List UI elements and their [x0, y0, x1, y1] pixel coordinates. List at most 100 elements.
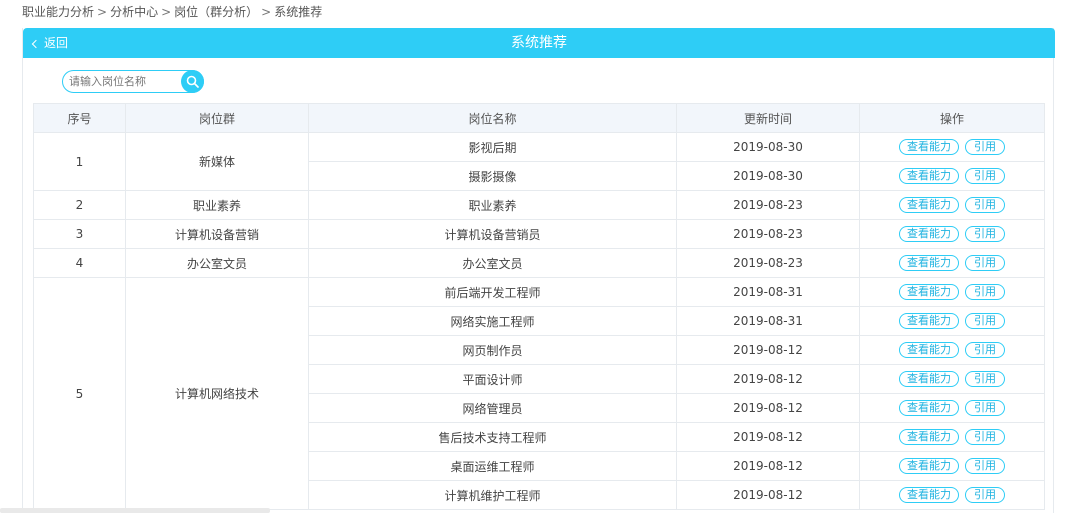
view-ability-button[interactable]: 查看能力: [899, 197, 959, 213]
view-ability-button[interactable]: 查看能力: [899, 371, 959, 387]
cell-position-name: 网络实施工程师: [308, 306, 677, 336]
position-table: 序号 岗位群 岗位名称 更新时间 操作 1 新媒体 影视后期 2019-08-30 查看…: [33, 103, 1045, 510]
cell-update-date: 2019-08-23: [676, 248, 860, 278]
table-row: 1 新媒体 影视后期 2019-08-30 查看能力 引用: [33, 132, 1045, 191]
cell-actions: 查看能力 引用: [859, 248, 1045, 278]
cell-no: 5: [33, 277, 126, 510]
view-ability-button[interactable]: 查看能力: [899, 400, 959, 416]
cell-actions: 查看能力 引用: [859, 190, 1045, 220]
cell-position-name: 办公室文员: [308, 248, 677, 278]
cell-position-name: 网络管理员: [308, 393, 677, 423]
table-row: 5 计算机网络技术 前后端开发工程师 2019-08-31 查看能力 引用: [33, 277, 1045, 510]
horizontal-scrollbar[interactable]: [0, 508, 270, 513]
table-header-row: 序号 岗位群 岗位名称 更新时间 操作: [33, 103, 1045, 133]
search-box: [62, 70, 204, 93]
view-ability-button[interactable]: 查看能力: [899, 342, 959, 358]
cell-actions: 查看能力 引用: [859, 306, 1045, 336]
recommend-panel: 返回 系统推荐 序号 岗位群 岗位名称 更新时间 操作 1新媒体影视后期2019…: [22, 28, 1055, 513]
cell-update-date: 2019-08-30: [676, 132, 860, 162]
cell-group: 计算机设备营销: [125, 219, 309, 249]
breadcrumb-separator: >: [261, 5, 272, 19]
cite-button[interactable]: 引用: [965, 487, 1005, 503]
table-row: 2 职业素养 职业素养 2019-08-23 查看能力 引用: [33, 190, 1045, 220]
cell-update-date: 2019-08-23: [676, 219, 860, 249]
cell-position-name: 职业素养: [308, 190, 677, 220]
cite-button[interactable]: 引用: [965, 371, 1005, 387]
cell-position-name: 摄影摄像: [308, 161, 677, 191]
view-ability-button[interactable]: 查看能力: [899, 139, 959, 155]
page-title: 系统推荐: [511, 35, 567, 51]
search-input[interactable]: [69, 73, 179, 90]
cite-button[interactable]: 引用: [965, 313, 1005, 329]
view-ability-button[interactable]: 查看能力: [899, 255, 959, 271]
cell-position-name: 计算机维护工程师: [308, 480, 677, 510]
cell-no: 4: [33, 248, 126, 278]
search-icon: [186, 75, 199, 88]
cell-position-name: 影视后期: [308, 132, 677, 162]
cell-actions: 查看能力 引用: [859, 393, 1045, 423]
cell-update-date: 2019-08-30: [676, 161, 860, 191]
breadcrumb-separator: >: [97, 5, 108, 19]
column-header-group: 岗位群: [125, 103, 309, 133]
cell-position-name: 计算机设备营销员: [308, 219, 677, 249]
cite-button[interactable]: 引用: [965, 139, 1005, 155]
cite-button[interactable]: 引用: [965, 197, 1005, 213]
cell-update-date: 2019-08-12: [676, 364, 860, 394]
view-ability-button[interactable]: 查看能力: [899, 313, 959, 329]
breadcrumb: 职业能力分析 > 分析中心 > 岗位（群分析） > 系统推荐: [22, 4, 322, 20]
cite-button[interactable]: 引用: [965, 168, 1005, 184]
cell-group: 办公室文员: [125, 248, 309, 278]
cell-actions: 查看能力 引用: [859, 132, 1045, 162]
column-header-name: 岗位名称: [308, 103, 677, 133]
cell-no: 1: [33, 132, 126, 191]
cell-update-date: 2019-08-12: [676, 335, 860, 365]
cell-actions: 查看能力 引用: [859, 161, 1045, 191]
breadcrumb-item-current: 系统推荐: [274, 5, 323, 19]
cell-actions: 查看能力 引用: [859, 277, 1045, 307]
cell-update-date: 2019-08-31: [676, 277, 860, 307]
cell-position-name: 网页制作员: [308, 335, 677, 365]
cell-actions: 查看能力 引用: [859, 480, 1045, 510]
cite-button[interactable]: 引用: [965, 458, 1005, 474]
breadcrumb-item-analysis-center[interactable]: 分析中心: [110, 5, 158, 19]
cell-actions: 查看能力 引用: [859, 364, 1045, 394]
view-ability-button[interactable]: 查看能力: [899, 429, 959, 445]
panel-header: 返回 系统推荐: [23, 28, 1055, 58]
table-row: 4 办公室文员 办公室文员 2019-08-23 查看能力 引用: [33, 248, 1045, 278]
cell-group: 新媒体: [125, 132, 309, 191]
cell-update-date: 2019-08-23: [676, 190, 860, 220]
view-ability-button[interactable]: 查看能力: [899, 168, 959, 184]
breadcrumb-item-position-group[interactable]: 岗位（群分析）: [174, 5, 258, 19]
cell-update-date: 2019-08-12: [676, 480, 860, 510]
view-ability-button[interactable]: 查看能力: [899, 226, 959, 242]
cite-button[interactable]: 引用: [965, 226, 1005, 242]
cell-update-date: 2019-08-12: [676, 393, 860, 423]
cite-button[interactable]: 引用: [965, 255, 1005, 271]
cite-button[interactable]: 引用: [965, 342, 1005, 358]
cell-group: 计算机网络技术: [125, 277, 309, 510]
cell-no: 3: [33, 219, 126, 249]
cell-update-date: 2019-08-12: [676, 451, 860, 481]
table-row: 3 计算机设备营销 计算机设备营销员 2019-08-23 查看能力 引用: [33, 219, 1045, 249]
cell-actions: 查看能力 引用: [859, 422, 1045, 452]
cell-update-date: 2019-08-12: [676, 422, 860, 452]
column-header-action: 操作: [859, 103, 1045, 133]
cell-position-name: 平面设计师: [308, 364, 677, 394]
column-header-date: 更新时间: [676, 103, 860, 133]
table-body: 1 新媒体 影视后期 2019-08-30 查看能力 引用 摄影摄像 2019-08-30 查看…: [33, 132, 1045, 510]
view-ability-button[interactable]: 查看能力: [899, 458, 959, 474]
search-button[interactable]: [181, 70, 204, 93]
cell-actions: 查看能力 引用: [859, 335, 1045, 365]
breadcrumb-item-ability-analysis[interactable]: 职业能力分析: [22, 5, 94, 19]
cite-button[interactable]: 引用: [965, 400, 1005, 416]
cell-position-name: 售后技术支持工程师: [308, 422, 677, 452]
view-ability-button[interactable]: 查看能力: [899, 487, 959, 503]
cell-position-name: 前后端开发工程师: [308, 277, 677, 307]
cell-update-date: 2019-08-31: [676, 306, 860, 336]
cell-actions: 查看能力 引用: [859, 219, 1045, 249]
cite-button[interactable]: 引用: [965, 429, 1005, 445]
view-ability-button[interactable]: 查看能力: [899, 284, 959, 300]
cell-actions: 查看能力 引用: [859, 451, 1045, 481]
cite-button[interactable]: 引用: [965, 284, 1005, 300]
breadcrumb-separator: >: [161, 5, 172, 19]
